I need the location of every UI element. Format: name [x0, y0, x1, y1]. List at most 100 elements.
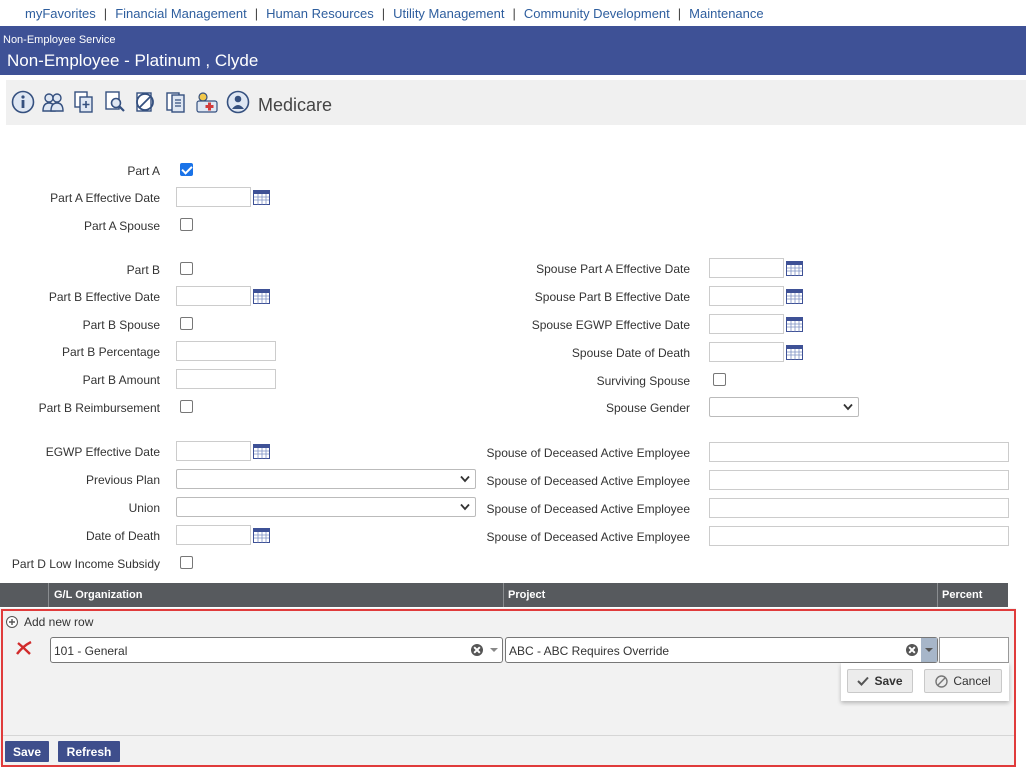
spouse-of-deceased-label: Spouse of Deceased Active Employee — [486, 474, 690, 488]
column-divider — [48, 583, 49, 607]
spouse-of-deceased-input[interactable] — [709, 498, 1009, 518]
part-b-spouse-checkbox[interactable] — [180, 317, 193, 330]
part-b-effective-date-input[interactable] — [176, 286, 251, 306]
union-label: Union — [128, 501, 160, 515]
spouse-part-a-effective-date-label: Spouse Part A Effective Date — [536, 262, 690, 276]
cancel-icon — [935, 674, 949, 688]
documents-icon[interactable] — [164, 90, 188, 114]
nav-utility-management[interactable]: Utility Management — [393, 6, 504, 21]
part-b-reimbursement-checkbox[interactable] — [180, 400, 193, 413]
add-circle-icon — [6, 616, 18, 628]
person-icon[interactable] — [226, 90, 250, 114]
calendar-icon[interactable] — [786, 317, 803, 332]
row-cancel-label: Cancel — [953, 674, 991, 688]
part-d-low-income-subsidy-label: Part D Low Income Subsidy — [11, 557, 160, 571]
spouse-gender-label: Spouse Gender — [605, 401, 690, 415]
column-percent[interactable]: Percent — [942, 589, 982, 601]
part-b-checkbox[interactable] — [180, 262, 193, 275]
part-a-checkbox[interactable] — [180, 163, 193, 176]
spouse-of-deceased-label: Spouse of Deceased Active Employee — [486, 530, 690, 544]
part-b-percentage-input[interactable] — [176, 341, 276, 361]
page-title: Non-Employee - Platinum , Clyde — [7, 51, 259, 70]
dropdown-arrow-icon[interactable] — [486, 638, 502, 662]
calendar-icon[interactable] — [253, 190, 270, 205]
grid-footer-divider — [2, 735, 1015, 736]
part-b-label: Part B — [126, 263, 160, 277]
copy-icon[interactable] — [72, 90, 96, 114]
spouse-egwp-effective-date-label: Spouse EGWP Effective Date — [531, 318, 690, 332]
check-icon — [857, 676, 870, 686]
row-save-button[interactable]: Save — [847, 669, 913, 693]
add-new-row[interactable]: Add new row — [6, 614, 93, 630]
surviving-spouse-checkbox[interactable] — [713, 373, 726, 386]
chevron-down-icon — [460, 475, 470, 483]
spouse-of-deceased-input[interactable] — [709, 442, 1009, 462]
egwp-effective-date-label: EGWP Effective Date — [45, 445, 160, 459]
column-project[interactable]: Project — [508, 589, 545, 601]
spouse-date-of-death-label: Spouse Date of Death — [571, 346, 690, 360]
column-divider — [937, 583, 938, 607]
calendar-icon[interactable] — [253, 289, 270, 304]
nav-separator: | — [512, 6, 516, 21]
medical-icon[interactable] — [195, 90, 219, 114]
clear-icon[interactable] — [471, 644, 483, 656]
part-d-low-income-subsidy-checkbox[interactable] — [180, 556, 193, 569]
nav-human-resources[interactable]: Human Resources — [266, 6, 374, 21]
spouse-egwp-effective-date-input[interactable] — [709, 314, 784, 334]
calendar-icon[interactable] — [786, 345, 803, 360]
dropdown-arrow-icon[interactable] — [921, 638, 937, 662]
column-gl-organization[interactable]: G/L Organization — [54, 589, 142, 601]
nav-community-development[interactable]: Community Development — [524, 6, 670, 21]
document-search-icon[interactable] — [103, 90, 127, 114]
part-b-amount-input[interactable] — [176, 369, 276, 389]
previous-plan-label: Previous Plan — [85, 473, 160, 487]
clear-icon[interactable] — [906, 644, 918, 656]
row-cancel-button[interactable]: Cancel — [924, 669, 1002, 693]
egwp-effective-date-input[interactable] — [176, 441, 251, 461]
nav-separator: | — [103, 6, 108, 21]
spouse-date-of-death-input[interactable] — [709, 342, 784, 362]
spouse-gender-select[interactable] — [709, 397, 859, 417]
spouse-part-a-effective-date-input[interactable] — [709, 258, 784, 278]
nav-financial-management[interactable]: Financial Management — [115, 6, 247, 21]
delete-row-icon[interactable] — [15, 641, 33, 655]
part-b-spouse-label: Part B Spouse — [82, 318, 160, 332]
part-a-effective-date-input[interactable] — [176, 187, 251, 207]
project-value: ABC - ABC Requires Override — [509, 644, 670, 658]
add-new-row-label: Add new row — [24, 615, 94, 629]
project-combobox[interactable]: ABC - ABC Requires Override — [505, 637, 938, 663]
previous-plan-select[interactable] — [176, 469, 476, 489]
calendar-icon[interactable] — [786, 261, 803, 276]
date-of-death-label: Date of Death — [85, 529, 160, 543]
spouse-of-deceased-input[interactable] — [709, 470, 1009, 490]
gl-organization-combobox[interactable]: 101 - General — [50, 637, 503, 663]
part-a-spouse-checkbox[interactable] — [180, 218, 193, 231]
row-edit-actions: Save Cancel — [841, 663, 1009, 701]
spouse-part-b-effective-date-input[interactable] — [709, 286, 784, 306]
top-navigation: myFavorites | Financial Management | Human R… — [0, 0, 1026, 26]
percent-input[interactable] — [939, 637, 1009, 663]
section-title: Medicare — [258, 95, 333, 115]
save-button[interactable]: Save — [5, 741, 49, 762]
nav-maintenance[interactable]: Maintenance — [689, 6, 763, 21]
calendar-icon[interactable] — [786, 289, 803, 304]
cancel-icon[interactable] — [133, 90, 157, 114]
info-icon[interactable] — [11, 90, 35, 114]
page-subtitle: Non-Employee Service — [3, 34, 116, 46]
refresh-button[interactable]: Refresh — [58, 741, 120, 762]
gl-organization-value: 101 - General — [54, 644, 128, 658]
surviving-spouse-label: Surviving Spouse — [596, 374, 690, 388]
union-select[interactable] — [176, 497, 476, 517]
row-save-label: Save — [874, 674, 903, 688]
date-of-death-input[interactable] — [176, 525, 251, 545]
calendar-icon[interactable] — [253, 444, 270, 459]
spouse-part-b-effective-date-label: Spouse Part B Effective Date — [534, 290, 690, 304]
nav-myfavorites[interactable]: myFavorites — [25, 6, 96, 21]
nav-links: myFavorites | Financial Management | Human R… — [25, 6, 764, 21]
calendar-icon[interactable] — [253, 528, 270, 543]
spouse-of-deceased-input[interactable] — [709, 526, 1009, 546]
part-a-effective-date-label: Part A Effective Date — [50, 191, 160, 205]
people-icon[interactable] — [41, 90, 65, 114]
chevron-down-icon — [460, 503, 470, 511]
part-b-effective-date-label: Part B Effective Date — [48, 290, 160, 304]
